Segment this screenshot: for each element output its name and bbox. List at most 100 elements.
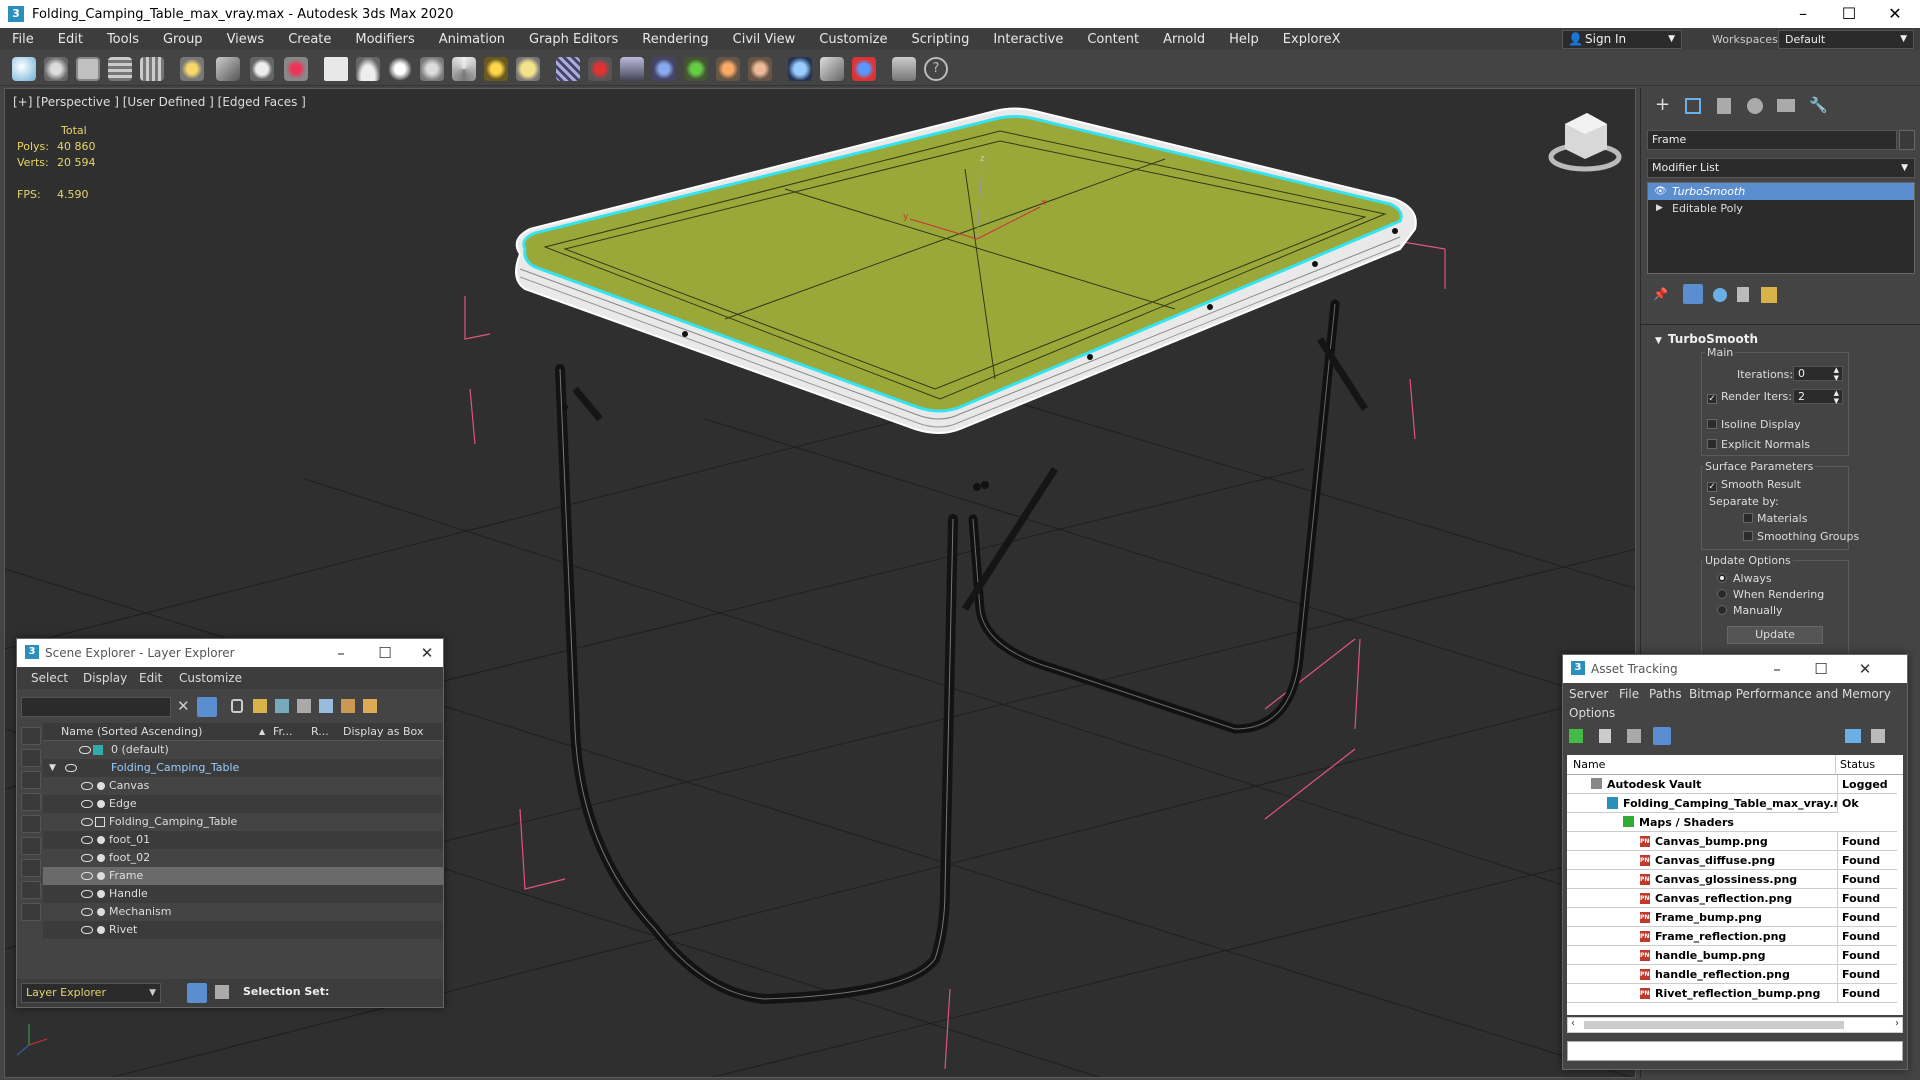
clear-search-icon[interactable]: ✕ (177, 697, 190, 715)
menu-select[interactable]: Select (31, 667, 68, 689)
remove-modifier-icon[interactable] (1737, 287, 1749, 302)
update-button[interactable]: Update (1727, 626, 1823, 644)
turbosmooth-rollout-title[interactable]: ▼ TurboSmooth (1655, 332, 1758, 346)
menu-civil-view[interactable]: Civil View (721, 32, 808, 47)
scroll-left-icon[interactable]: ‹ (1571, 1018, 1575, 1029)
menu-server[interactable]: Server (1569, 685, 1608, 704)
material-icon[interactable] (516, 57, 540, 81)
box-icon[interactable] (324, 57, 348, 81)
viewcube[interactable] (1548, 113, 1622, 172)
scene-search-input[interactable] (21, 697, 171, 717)
camera-icon[interactable] (620, 57, 644, 81)
stack-item-turbosmooth[interactable]: 👁 TurboSmooth (1648, 183, 1914, 200)
light-bulb-icon[interactable] (97, 782, 105, 790)
cameras-filter-icon[interactable] (21, 793, 41, 811)
column-freeze[interactable]: Fr... (273, 723, 293, 741)
menu-paths[interactable]: Paths (1649, 685, 1682, 704)
eye-icon[interactable]: 👁 (1654, 183, 1667, 200)
object-row[interactable]: Edge (43, 795, 443, 813)
menu-customize[interactable]: Customize (807, 32, 899, 47)
environment-icon[interactable] (788, 57, 812, 81)
scene-explorer-titlebar[interactable]: 3 Scene Explorer - Layer Explorer – ☐ ✕ (17, 639, 443, 667)
menu-tools[interactable]: Tools (95, 32, 151, 47)
manually-row[interactable]: Manually (1717, 604, 1783, 617)
smooth-result-row[interactable]: ✓ Smooth Result (1707, 478, 1801, 492)
eye-icon[interactable] (81, 854, 93, 862)
list-icon[interactable] (108, 57, 132, 81)
asset-row[interactable]: PNG Canvas_bump.png Found (1567, 832, 1897, 851)
workspace-select[interactable]: Default ▼ (1778, 30, 1914, 49)
cone-icon[interactable] (452, 57, 476, 81)
column-render[interactable]: R... (311, 723, 329, 741)
eye-icon[interactable] (81, 872, 93, 880)
create-tab-icon[interactable]: + (1655, 94, 1670, 115)
always-radio[interactable] (1717, 573, 1727, 583)
menu-bitmap-performance[interactable]: Bitmap Performance and Memory (1689, 685, 1891, 704)
menu-file[interactable]: File (0, 32, 46, 47)
eye-icon[interactable] (81, 908, 93, 916)
spinner-arrows-icon[interactable]: ▲ ▼ (1834, 389, 1839, 405)
render-iters-checkbox[interactable]: ✓ (1707, 394, 1717, 404)
light-bulb-icon[interactable] (97, 908, 105, 916)
menu-graph-editors[interactable]: Graph Editors (517, 32, 630, 47)
highlight-icon[interactable] (341, 699, 355, 713)
xrefs-filter-icon[interactable] (21, 881, 41, 899)
table-view-icon[interactable] (1653, 727, 1671, 745)
light-icon[interactable] (180, 57, 204, 81)
menu-views[interactable]: Views (215, 32, 277, 47)
explicit-normals-checkbox[interactable] (1707, 439, 1717, 449)
menu-edit[interactable]: Edit (139, 667, 162, 689)
eye-icon[interactable] (81, 890, 93, 898)
close-icon[interactable]: ✕ (1847, 655, 1883, 683)
render-iters-spinner[interactable]: 2 ▲ ▼ (1793, 389, 1843, 405)
select-icon[interactable] (284, 57, 308, 81)
asset-row[interactable]: PNG handle_reflection.png Found (1567, 965, 1897, 984)
menu-file[interactable]: File (1619, 685, 1639, 704)
expand-arrow-icon[interactable]: ▼ (49, 759, 56, 777)
bones-filter-icon[interactable] (21, 903, 41, 921)
render-frame-icon[interactable] (76, 57, 100, 81)
menu-content[interactable]: Content (1075, 32, 1151, 47)
display-tab-icon[interactable] (1777, 99, 1795, 112)
column-display-box[interactable]: Display as Box (343, 723, 423, 741)
light-bulb-icon[interactable] (97, 854, 105, 862)
object-row[interactable]: Mechanism (43, 903, 443, 921)
thumbnail-icon[interactable] (1627, 729, 1641, 743)
menu-modifiers[interactable]: Modifiers (343, 32, 426, 47)
horizontal-scrollbar[interactable]: ‹ › (1567, 1017, 1903, 1033)
refresh-icon[interactable] (1569, 729, 1583, 743)
menu-interactive[interactable]: Interactive (981, 32, 1075, 47)
help-icon[interactable]: ? (924, 57, 948, 81)
layer-row[interactable]: 0 (default) (43, 741, 443, 759)
shapes-filter-icon[interactable] (21, 749, 41, 767)
asset-row[interactable]: PNG Frame_reflection.png Found (1567, 927, 1897, 946)
asset-row[interactable]: PNG Canvas_reflection.png Found (1567, 889, 1897, 908)
layer-explorer-icon[interactable] (187, 983, 207, 1003)
torus-icon[interactable] (420, 57, 444, 81)
object-row[interactable]: foot_01 (43, 831, 443, 849)
lock-icon[interactable] (231, 699, 243, 713)
isoline-row[interactable]: Isoline Display (1707, 418, 1801, 431)
motion-tab-icon[interactable] (1747, 98, 1763, 114)
object-row[interactable]: Rivet (43, 921, 443, 939)
always-row[interactable]: Always (1717, 572, 1772, 585)
undo-icon[interactable] (12, 57, 36, 81)
object-row[interactable]: Canvas (43, 777, 443, 795)
materials-checkbox[interactable] (1743, 513, 1753, 523)
eye-icon[interactable] (81, 836, 93, 844)
sign-in-dropdown[interactable]: 👤 Sign In ▼ (1562, 30, 1682, 49)
helpers-filter-icon[interactable] (21, 815, 41, 833)
manually-radio[interactable] (1717, 605, 1727, 615)
make-unique-icon[interactable] (1713, 288, 1727, 302)
object-name-field[interactable]: Frame (1647, 130, 1897, 150)
smoothing-groups-checkbox[interactable] (1743, 531, 1753, 541)
render-icon[interactable] (852, 57, 876, 81)
menu-arnold[interactable]: Arnold (1151, 32, 1217, 47)
smoothing-groups-row[interactable]: Smoothing Groups (1743, 530, 1859, 543)
scroll-right-icon[interactable]: › (1895, 1018, 1899, 1029)
hierarchy-icon[interactable] (215, 985, 229, 999)
asset-path-field[interactable] (1567, 1041, 1903, 1061)
sphere-icon[interactable] (356, 57, 380, 81)
stack-item-editable-poly[interactable]: ▶ Editable Poly (1648, 200, 1914, 217)
add-layer-icon[interactable] (253, 699, 267, 713)
